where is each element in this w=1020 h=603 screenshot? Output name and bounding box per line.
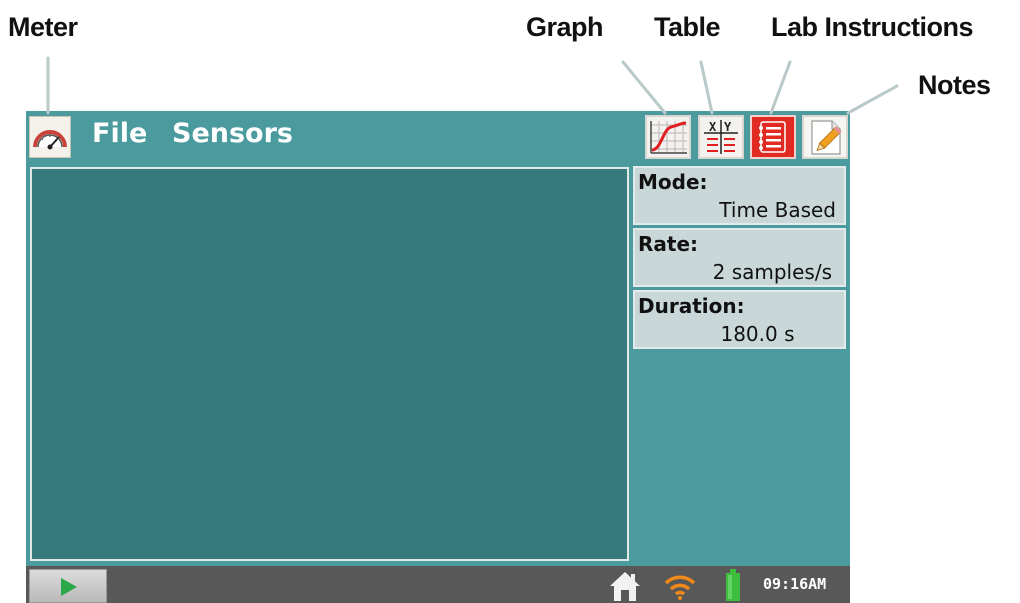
duration-label: Duration: (638, 294, 745, 318)
rate-setting[interactable]: Rate: 2 samples/s (633, 228, 846, 287)
mode-setting[interactable]: Mode: Time Based (633, 166, 846, 225)
graph-leader-line (621, 60, 667, 115)
svg-text:X: X (709, 120, 717, 134)
device-screen: File Sensors X Y Mode: Time Based Rate: … (26, 111, 850, 603)
home-icon[interactable] (608, 570, 642, 602)
duration-setting[interactable]: Duration: 180.0 s (633, 290, 846, 349)
table-button[interactable]: X Y (698, 115, 744, 159)
xy-table-icon: X Y (704, 120, 738, 154)
table-leader-line (699, 60, 714, 115)
meter-button[interactable] (29, 116, 71, 158)
meter-display-area[interactable] (30, 167, 629, 561)
sensors-menu[interactable]: Sensors (172, 118, 293, 149)
rate-value: 2 samples/s (712, 260, 832, 284)
lab-instructions-button[interactable] (750, 115, 796, 159)
mode-label: Mode: (638, 170, 708, 194)
duration-value: 180.0 s (720, 322, 795, 346)
file-menu[interactable]: File (92, 118, 147, 149)
table-callout: Table (654, 12, 721, 42)
notes-icon (811, 120, 842, 155)
play-icon (61, 578, 77, 596)
graph-button[interactable] (645, 115, 691, 159)
lab-instructions-leader-line (769, 60, 792, 115)
meter-callout: Meter (8, 12, 78, 42)
lab-instructions-callout: Lab Instructions (771, 12, 974, 42)
rate-label: Rate: (638, 232, 699, 256)
wifi-icon[interactable] (663, 571, 697, 601)
status-bar: 09:16AM (26, 566, 850, 603)
svg-text:Y: Y (724, 120, 732, 134)
notes-button[interactable] (802, 115, 848, 159)
play-button[interactable] (29, 569, 107, 603)
battery-icon[interactable] (723, 568, 743, 602)
lab-instructions-icon (759, 121, 786, 153)
clock: 09:16AM (763, 575, 827, 593)
graph-callout: Graph (526, 12, 604, 42)
mode-value: Time Based (719, 198, 836, 222)
notes-callout: Notes (918, 70, 991, 100)
graph-icon (650, 121, 687, 154)
meter-gauge-icon (33, 130, 67, 150)
notes-leader-line (846, 84, 899, 115)
menu-bar: File Sensors X Y (26, 111, 850, 163)
